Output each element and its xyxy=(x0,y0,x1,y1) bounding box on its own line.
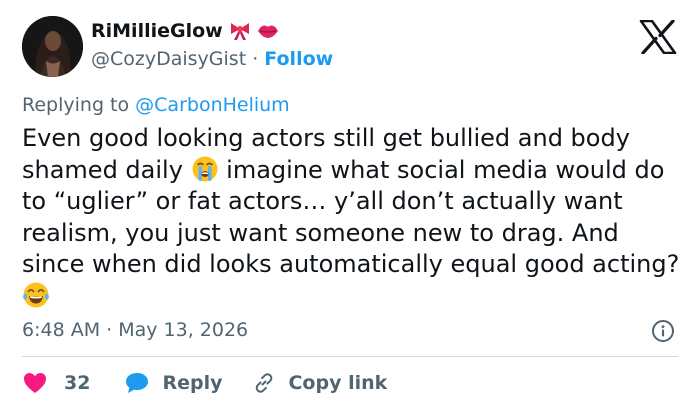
author-name-row: RiMillieGlow xyxy=(91,20,279,42)
author-handle[interactable]: @CozyDaisyGist xyxy=(91,48,246,70)
tweet-actions: 32 Reply Copy link xyxy=(22,368,387,398)
x-logo-icon[interactable] xyxy=(639,19,677,55)
face-with-tears-of-joy-icon xyxy=(22,281,50,309)
reply-mention-link[interactable]: @CarbonHelium xyxy=(135,94,290,116)
like-count: 32 xyxy=(64,372,91,394)
info-icon[interactable] xyxy=(651,319,675,343)
tweet-text: Even good looking actors still get bulli… xyxy=(22,123,682,312)
reply-bubble-icon xyxy=(126,373,149,393)
avatar[interactable] xyxy=(22,16,83,77)
reply-button[interactable]: Reply xyxy=(124,371,222,395)
like-button[interactable]: 32 xyxy=(22,371,90,395)
link-icon xyxy=(256,373,273,393)
reply-label: Reply xyxy=(162,372,223,394)
display-name[interactable]: RiMillieGlow xyxy=(91,20,223,42)
reply-context: Replying to @CarbonHelium xyxy=(22,94,290,116)
copy-link-button[interactable]: Copy link xyxy=(252,371,387,395)
divider xyxy=(22,356,678,357)
tweet-timestamp[interactable]: 6:48 AM · May 13, 2026 xyxy=(22,319,248,341)
kiss-lips-icon xyxy=(257,21,279,41)
handle-row: @CozyDaisyGist · Follow xyxy=(91,48,333,70)
separator-dot: · xyxy=(252,48,265,70)
copy-link-label: Copy link xyxy=(288,372,388,394)
loudly-crying-face-icon xyxy=(191,155,219,183)
heart-icon xyxy=(24,373,46,393)
follow-button[interactable]: Follow xyxy=(264,48,333,70)
avatar-photo xyxy=(22,16,83,77)
replying-to-label: Replying to xyxy=(22,94,136,116)
ribbon-emoji-icon xyxy=(229,21,251,41)
